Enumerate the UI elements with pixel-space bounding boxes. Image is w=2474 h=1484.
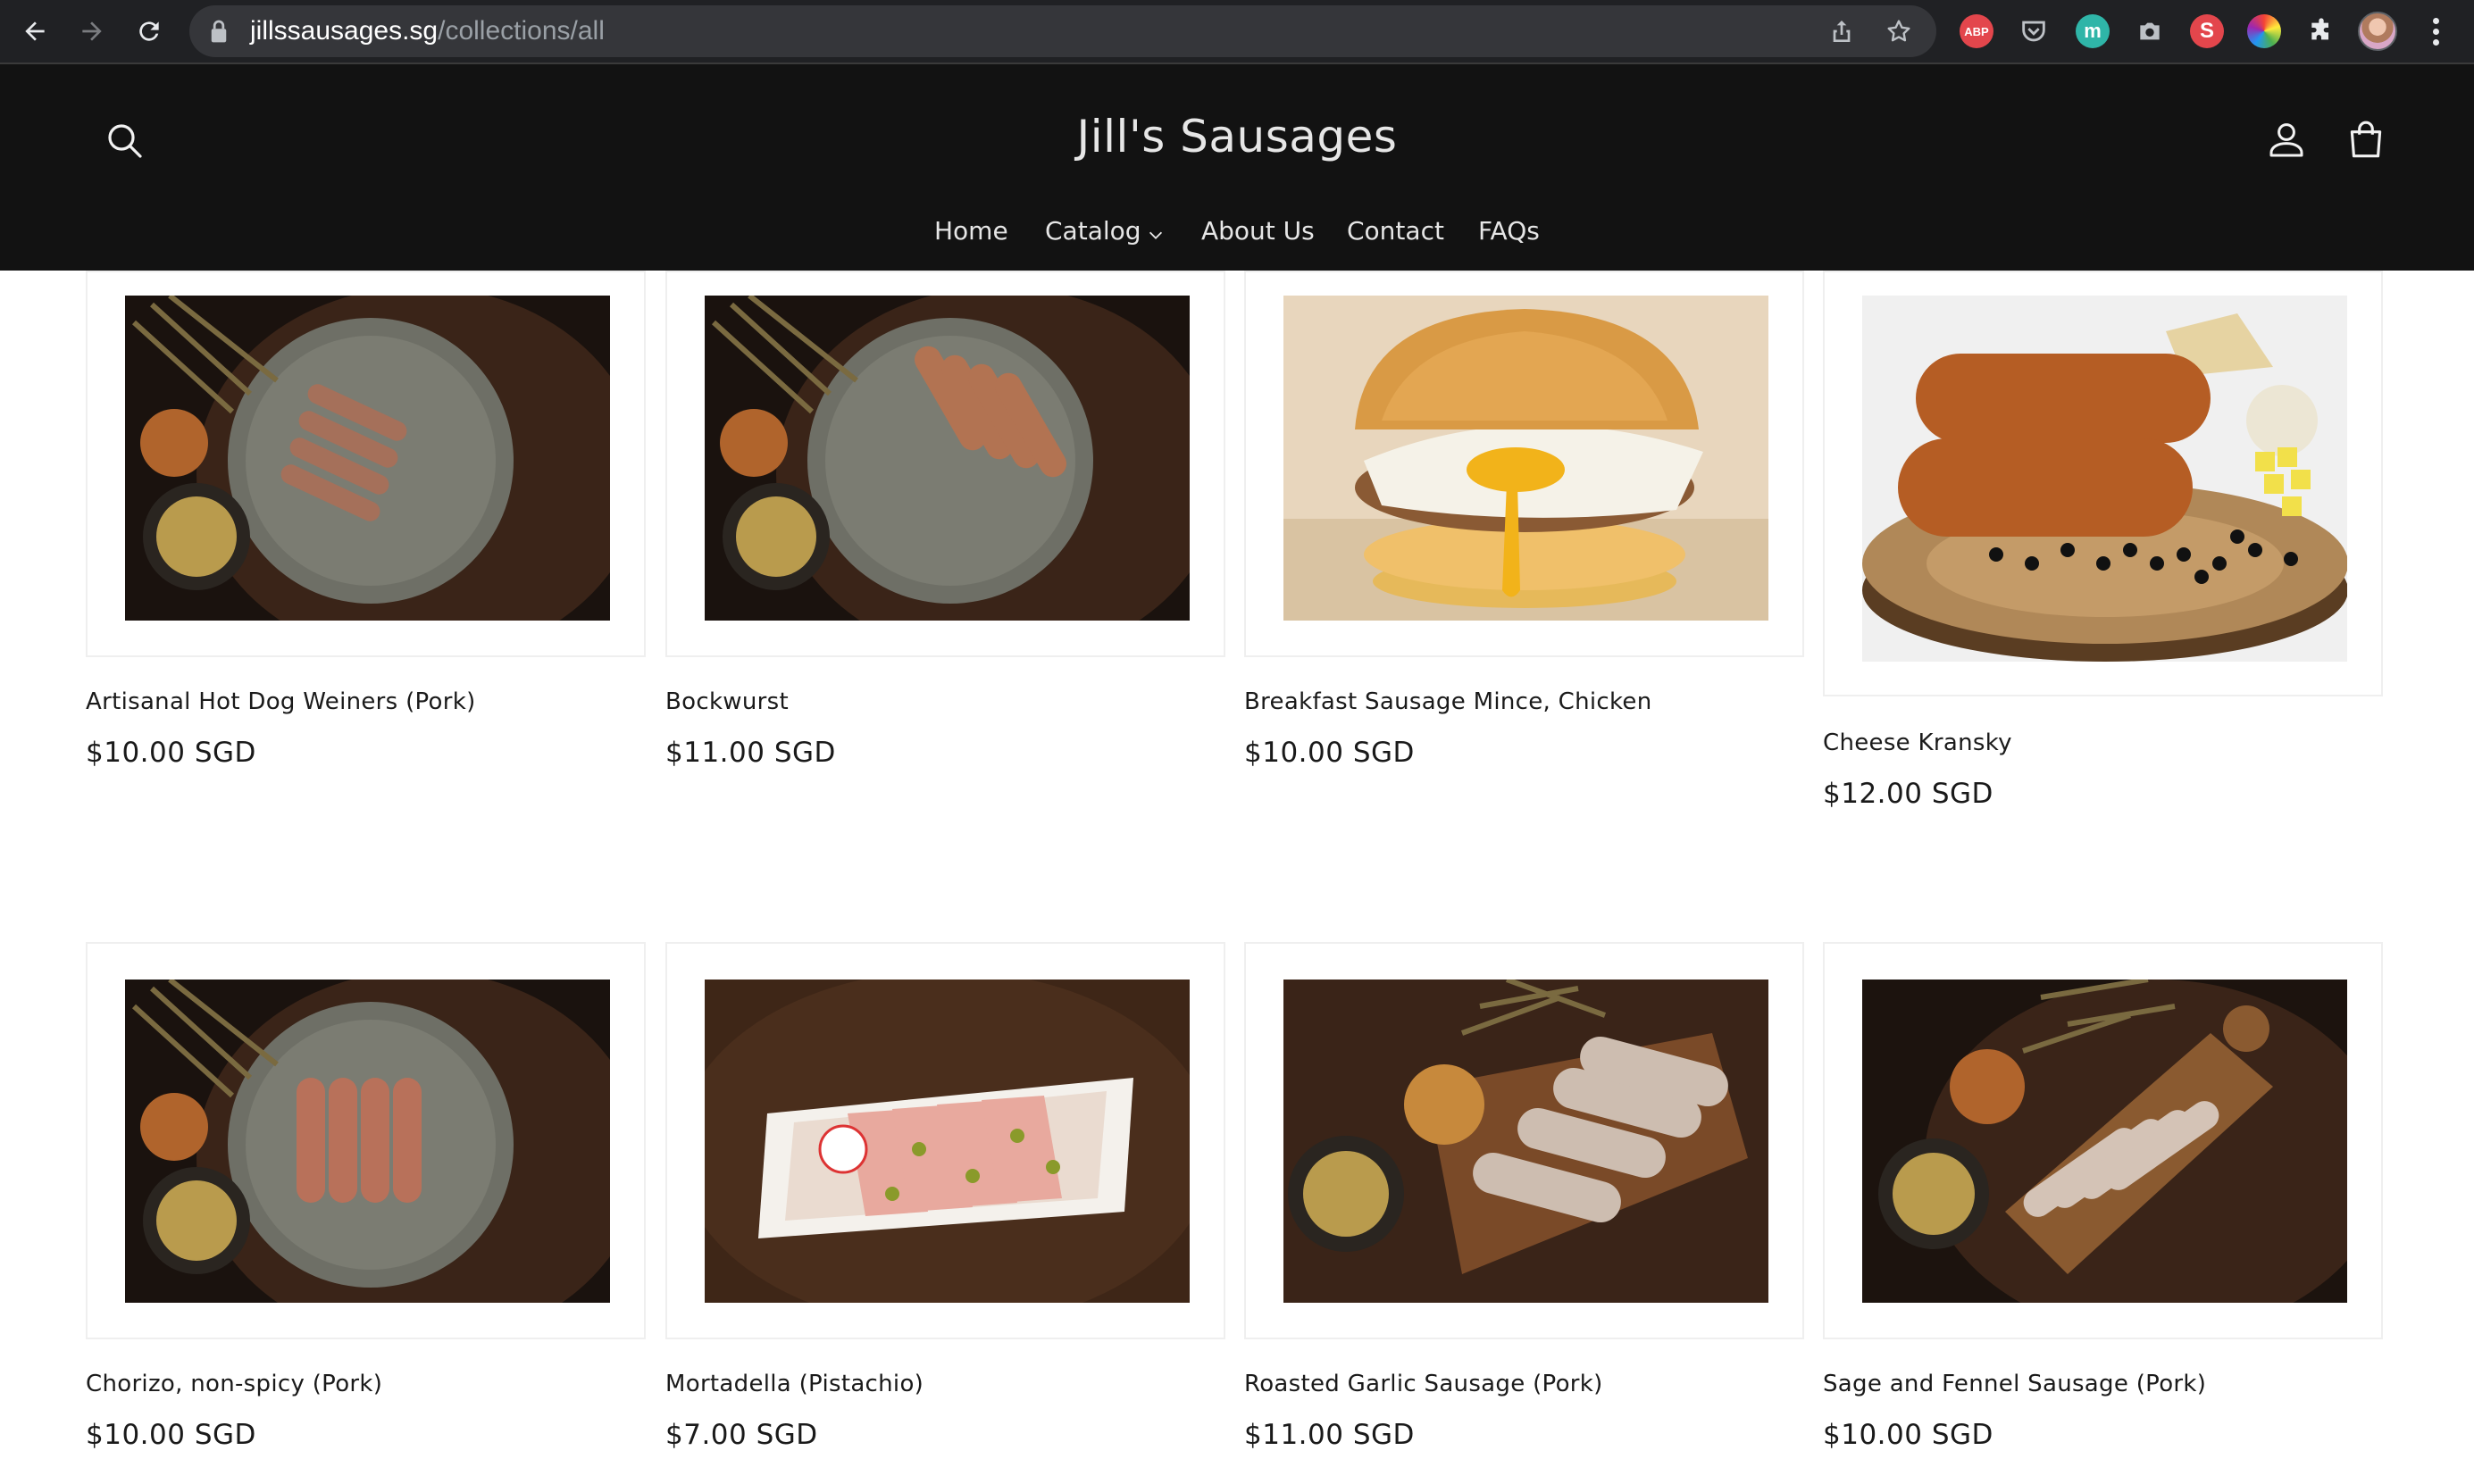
- product-title[interactable]: Breakfast Sausage Mince, Chicken: [1244, 688, 1652, 715]
- account-icon[interactable]: [2265, 118, 2308, 161]
- adblock-label: ABP: [1964, 24, 1989, 38]
- reload-icon: [139, 21, 159, 41]
- product-title[interactable]: Artisanal Hot Dog Weiners (Pork): [86, 688, 476, 715]
- url-path: /collections/all: [438, 16, 605, 46]
- photo-white-sausages-board: [1283, 980, 1768, 1303]
- bookmark-star-icon[interactable]: [1885, 17, 1913, 46]
- cart-icon[interactable]: [2344, 118, 2388, 163]
- product-price: $10.00 SGD: [1823, 1419, 1993, 1451]
- adblock-extension-icon[interactable]: ABP: [1960, 14, 1993, 48]
- camera-icon: [2140, 22, 2160, 40]
- profile-avatar[interactable]: [2358, 12, 2397, 51]
- browser-menu-button[interactable]: [2422, 13, 2449, 50]
- product-image-chorizo[interactable]: [125, 980, 610, 1303]
- pocket-extension-icon[interactable]: [2017, 14, 2051, 48]
- camera-extension-icon[interactable]: [2133, 14, 2167, 48]
- color-picker-extension-icon[interactable]: [2247, 14, 2281, 48]
- photo-plate-sausages: [705, 296, 1190, 621]
- product-price: $11.00 SGD: [665, 737, 836, 769]
- product-price: $7.00 SGD: [665, 1419, 818, 1451]
- dot: [2432, 28, 2439, 35]
- product-image-frame[interactable]: [665, 271, 1225, 657]
- extensions-puzzle-icon[interactable]: [2304, 14, 2338, 48]
- nav-about-us[interactable]: About Us: [1201, 216, 1315, 246]
- photo-mortadella-tray: [705, 980, 1190, 1303]
- product-image-cheese-kransky[interactable]: [1862, 296, 2347, 662]
- product-title[interactable]: Bockwurst: [665, 688, 789, 715]
- product-image-roasted-garlic[interactable]: [1283, 980, 1768, 1303]
- url-host: jillssausages.sg: [250, 16, 439, 46]
- arrow-left-icon: [25, 21, 45, 41]
- chevron-down-icon[interactable]: [1146, 225, 1166, 245]
- photo-kransky-board: [1862, 296, 2347, 662]
- product-image-hot-dog-weiners[interactable]: [125, 296, 610, 621]
- product-image-frame[interactable]: [1823, 942, 2383, 1339]
- product-image-frame[interactable]: [86, 271, 646, 657]
- back-button[interactable]: [16, 13, 54, 50]
- main-nav: Home Catalog About Us Contact FAQs: [0, 216, 2474, 255]
- share-icon[interactable]: [1827, 17, 1856, 46]
- nav-home[interactable]: Home: [934, 216, 1008, 246]
- product-image-frame[interactable]: [665, 942, 1225, 1339]
- product-image-sage-fennel[interactable]: [1862, 980, 2347, 1303]
- photo-egg-burger: [1283, 296, 1768, 621]
- dot: [2432, 38, 2439, 46]
- address-bar[interactable]: jillssausages.sg/collections/all: [189, 5, 1936, 57]
- m-extension-label: m: [2084, 20, 2102, 42]
- product-title[interactable]: Roasted Garlic Sausage (Pork): [1244, 1371, 1603, 1397]
- product-price: $10.00 SGD: [86, 737, 256, 769]
- product-title[interactable]: Cheese Kransky: [1823, 729, 2012, 756]
- s-extension-label: S: [2199, 19, 2214, 43]
- forward-button[interactable]: [73, 13, 111, 50]
- reload-button[interactable]: [130, 13, 168, 50]
- product-title[interactable]: Sage and Fennel Sausage (Pork): [1823, 1371, 2206, 1397]
- product-title[interactable]: Mortadella (Pistachio): [665, 1371, 924, 1397]
- s-extension-icon[interactable]: S: [2190, 14, 2224, 48]
- product-price: $10.00 SGD: [86, 1419, 256, 1451]
- browser-toolbar: jillssausages.sg/collections/all ABP m S: [0, 0, 2474, 63]
- nav-catalog[interactable]: Catalog: [1045, 216, 1141, 246]
- product-image-frame[interactable]: [1823, 271, 2383, 696]
- product-price: $10.00 SGD: [1244, 737, 1415, 769]
- arrow-right-icon: [82, 21, 102, 41]
- product-image-frame[interactable]: [1244, 942, 1804, 1339]
- product-image-mortadella[interactable]: [705, 980, 1190, 1303]
- puzzle-icon: [2311, 18, 2328, 40]
- product-image-bockwurst[interactable]: [705, 296, 1190, 621]
- product-price: $12.00 SGD: [1823, 778, 1993, 810]
- nav-faqs[interactable]: FAQs: [1478, 216, 1540, 246]
- site-header: Jill's Sausages Home Catalog About Us Co…: [0, 63, 2474, 271]
- dot: [2432, 17, 2439, 24]
- product-image-breakfast-sausage[interactable]: [1283, 296, 1768, 621]
- store-title[interactable]: Jill's Sausages: [0, 111, 2474, 163]
- lock-icon: [211, 20, 227, 43]
- pocket-icon: [2022, 21, 2045, 42]
- product-price: $11.00 SGD: [1244, 1419, 1415, 1451]
- product-title[interactable]: Chorizo, non-spicy (Pork): [86, 1371, 382, 1397]
- photo-plate-sausages: [125, 296, 610, 621]
- m-extension-icon[interactable]: m: [2076, 14, 2110, 48]
- product-image-frame[interactable]: [86, 942, 646, 1339]
- product-image-frame[interactable]: [1244, 271, 1804, 657]
- photo-plate-sausages: [125, 980, 610, 1303]
- photo-white-sausages-board: [1862, 980, 2347, 1303]
- nav-contact[interactable]: Contact: [1347, 216, 1444, 246]
